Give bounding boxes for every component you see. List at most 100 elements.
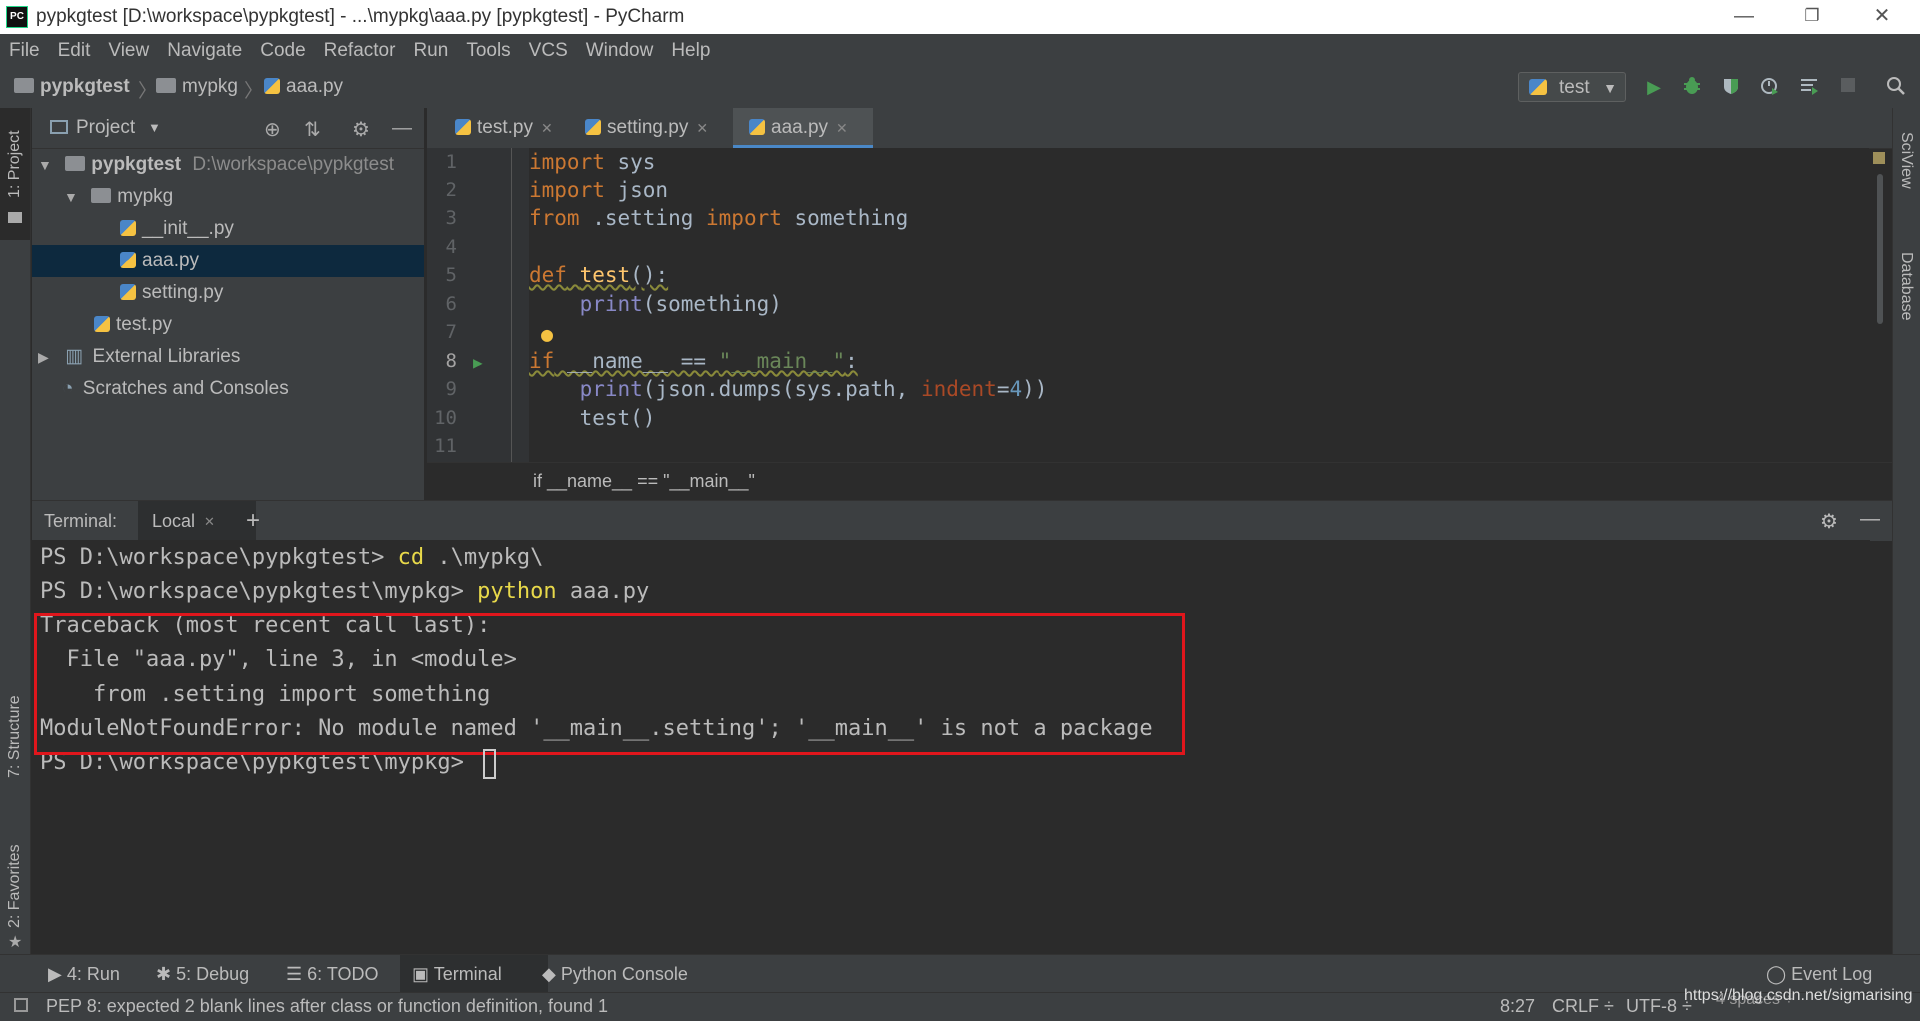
coverage-icon[interactable] [1719, 76, 1743, 98]
close-button[interactable]: ✕ [1852, 0, 1912, 34]
breadcrumb-project[interactable]: pypkgtest [14, 76, 130, 98]
structure-tool-tab[interactable]: 7: Structure [0, 668, 30, 808]
terminal-line: PS D:\workspace\pypkgtest\mypkg> python … [40, 579, 650, 604]
line-number: 5 [445, 264, 457, 286]
python-file-icon [120, 252, 136, 268]
debug-icon[interactable] [1680, 76, 1704, 98]
hide-panel-icon[interactable]: — [392, 117, 412, 140]
tab-test-py[interactable]: test.py ✕ [439, 108, 567, 148]
python-file-icon [585, 119, 601, 135]
profile-icon[interactable] [1758, 76, 1782, 98]
menu-file[interactable]: File [0, 34, 49, 66]
menu-navigate[interactable]: Navigate [158, 34, 251, 66]
minimize-button[interactable]: — [1714, 0, 1774, 34]
project-tool-tab[interactable]: 1: Project [0, 108, 30, 240]
database-tool-tab[interactable]: Database [1893, 248, 1920, 358]
breadcrumb-file[interactable]: aaa.py [264, 76, 343, 98]
python-config-icon [1529, 79, 1547, 95]
todo-tool-button[interactable]: ☰ 6: TODO [274, 955, 391, 993]
collapse-all-icon[interactable]: ⇅ [304, 117, 321, 142]
error-highlight-box [34, 613, 1185, 755]
close-tab-icon[interactable]: ✕ [541, 120, 553, 136]
line-number: 9 [445, 378, 457, 400]
navigation-bar: pypkgtest 〉 mypkg 〉 aaa.py test ▼ ▶ [0, 66, 1920, 109]
terminal-header: Terminal: Local ✕ + ⚙ — [32, 500, 1892, 541]
concurrency-icon[interactable] [1797, 76, 1821, 98]
tree-item-external-libraries[interactable]: ▶ ▥ External Libraries [32, 341, 424, 373]
project-panel-header: Project ▼ ⊕ ⇅ ⚙ — [32, 108, 424, 149]
code-line-10: test() [529, 406, 656, 430]
menu-code[interactable]: Code [251, 34, 314, 66]
gear-icon[interactable]: ⚙ [1820, 509, 1838, 534]
python-console-tool-button[interactable]: ◆ Python Console [530, 955, 700, 993]
code-editor[interactable]: import sys import json from .setting imp… [529, 148, 1869, 462]
python-file-icon [94, 316, 110, 332]
close-tab-icon[interactable]: ✕ [696, 120, 708, 136]
run-icon[interactable]: ▶ [1642, 76, 1666, 98]
tree-item-test[interactable]: test.py [32, 309, 424, 341]
breadcrumb-if-main[interactable]: if __name__ == "__main__" [533, 471, 755, 492]
python-file-icon [455, 119, 471, 135]
tab-aaa-py[interactable]: aaa.py ✕ [733, 108, 873, 148]
debug-tool-button[interactable]: ✱ 5: Debug [144, 955, 261, 993]
folder-icon [65, 156, 86, 171]
menu-help[interactable]: Help [662, 34, 719, 66]
favorites-tool-tab[interactable]: 2: Favorites ★ [0, 828, 30, 951]
chevron-down-icon[interactable]: ▼ [148, 120, 161, 135]
tree-item-mypkg[interactable]: ▼ mypkg [32, 181, 424, 213]
right-tool-strip: SciView Database [1892, 108, 1920, 954]
line-separator-select[interactable]: CRLF ÷ [1552, 996, 1614, 1017]
sciview-tool-tab[interactable]: SciView [1893, 128, 1920, 238]
hide-panel-icon[interactable]: — [1860, 508, 1880, 531]
expanded-arrow-icon: ▼ [64, 189, 78, 205]
menu-view[interactable]: View [99, 34, 158, 66]
encoding-select[interactable]: UTF-8 ÷ [1626, 996, 1692, 1017]
tree-item-init[interactable]: __init__.py [32, 213, 424, 245]
run-configuration-select[interactable]: test ▼ [1518, 72, 1626, 102]
libraries-icon: ▥ [65, 346, 84, 367]
close-tab-icon[interactable]: ✕ [204, 514, 215, 530]
project-view-select[interactable]: Project [76, 117, 135, 139]
list-icon: ☰ [286, 964, 308, 984]
code-line-1: import sys [529, 150, 656, 174]
restore-button[interactable]: ❐ [1782, 0, 1842, 34]
locate-icon[interactable]: ⊕ [264, 117, 281, 142]
toggle-tool-windows-icon[interactable] [14, 998, 28, 1012]
search-icon[interactable] [1884, 76, 1908, 98]
menu-refactor[interactable]: Refactor [315, 34, 405, 66]
editor-scrollbar[interactable] [1873, 148, 1889, 462]
chevron-down-icon: ▼ [1603, 80, 1617, 96]
tree-item-scratches[interactable]: ◔ Scratches and Consoles [32, 373, 424, 405]
menu-vcs[interactable]: VCS [520, 34, 577, 66]
scrollbar-thumb[interactable] [1877, 174, 1883, 324]
stop-icon[interactable] [1836, 76, 1860, 98]
caret-position[interactable]: 8:27 [1500, 996, 1535, 1017]
tree-item-setting[interactable]: setting.py [32, 277, 424, 309]
scratches-icon: ◔ [62, 378, 74, 399]
breadcrumb-mypkg[interactable]: mypkg [156, 76, 238, 98]
tab-setting-py[interactable]: setting.py ✕ [569, 108, 731, 148]
terminal-tool-button[interactable]: ▣ Terminal [400, 955, 548, 993]
line-number: 2 [445, 179, 457, 201]
menu-run[interactable]: Run [404, 34, 457, 66]
line-number: 3 [445, 207, 457, 229]
intention-bulb-icon[interactable]: ● [541, 322, 553, 346]
window-title: pypkgtest [D:\workspace\pypkgtest] - ...… [36, 6, 685, 27]
run-tool-button[interactable]: ▶ 4: Run [36, 955, 132, 993]
tree-item-pypkgtest[interactable]: ▼ pypkgtest D:\workspace\pypkgtest [32, 149, 424, 181]
inspection-status-icon[interactable] [1873, 152, 1885, 164]
menu-tools[interactable]: Tools [457, 34, 519, 66]
new-terminal-button[interactable]: + [246, 507, 260, 535]
line-number: 7 [445, 321, 457, 343]
menu-edit[interactable]: Edit [49, 34, 100, 66]
editor-breadcrumb: if __name__ == "__main__" [427, 462, 1892, 499]
tree-item-aaa[interactable]: aaa.py [32, 245, 424, 277]
close-tab-icon[interactable]: ✕ [836, 120, 848, 136]
terminal-icon: ▣ [412, 964, 434, 984]
menu-window[interactable]: Window [577, 34, 663, 66]
code-line-6: print(something) [579, 292, 782, 316]
run-gutter-icon[interactable]: ▶ [473, 353, 483, 372]
bug-icon: ✱ [156, 964, 177, 984]
code-line-9: print(json.dumps(sys.path, indent=4)) [579, 377, 1048, 401]
gear-icon[interactable]: ⚙ [352, 117, 370, 142]
